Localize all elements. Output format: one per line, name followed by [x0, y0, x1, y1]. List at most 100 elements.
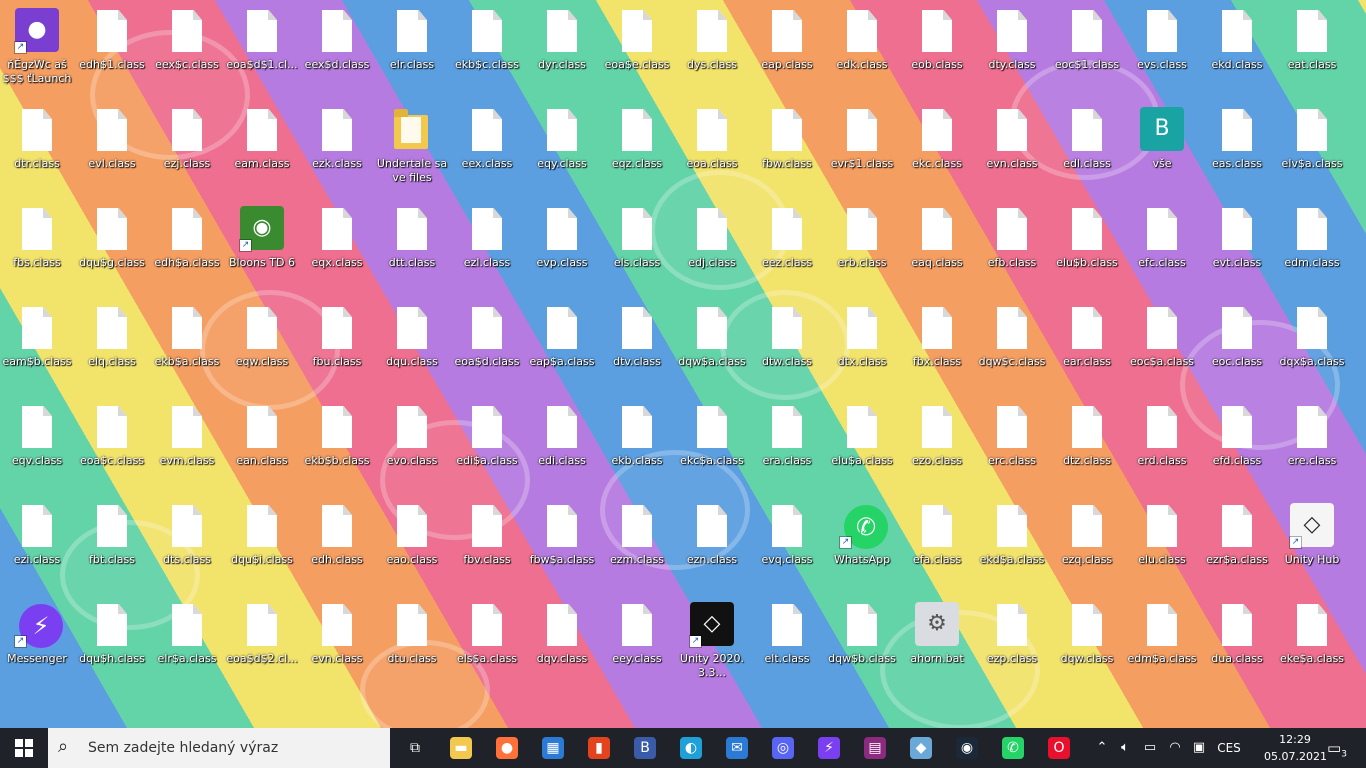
- desktop-icon[interactable]: fbv.class: [450, 499, 524, 591]
- desktop-icon[interactable]: eez.class: [750, 202, 824, 294]
- desktop-icon[interactable]: eas.class: [1200, 103, 1274, 195]
- desktop-icon[interactable]: dts.class: [150, 499, 224, 591]
- desktop-icon[interactable]: fbs.class: [0, 202, 74, 294]
- desktop-icon[interactable]: edi$a.class: [450, 400, 524, 492]
- desktop-icon[interactable]: edj.class: [675, 202, 749, 294]
- desktop-icon[interactable]: ezj.class: [150, 103, 224, 195]
- desktop-icon[interactable]: evl.class: [75, 103, 149, 195]
- desktop-icon[interactable]: elv$a.class: [1275, 103, 1349, 195]
- desktop-icon[interactable]: dqx$a.class: [1275, 301, 1349, 393]
- desktop-icon[interactable]: ezq.class: [1050, 499, 1124, 591]
- desktop-icon[interactable]: eex$d.class: [300, 4, 374, 96]
- taskbar-app-notepad-tool[interactable]: ◆: [898, 728, 944, 768]
- desktop-icon[interactable]: eqy.class: [525, 103, 599, 195]
- taskbar-app-messenger[interactable]: ⚡: [806, 728, 852, 768]
- desktop-icon[interactable]: eex.class: [450, 103, 524, 195]
- desktop-icon[interactable]: efb.class: [975, 202, 1049, 294]
- desktop-icon[interactable]: eoa$d$2.cl...: [225, 598, 299, 690]
- start-button[interactable]: [0, 728, 48, 768]
- desktop-icon[interactable]: fbu.class: [300, 301, 374, 393]
- desktop-icon[interactable]: eoa$c.class: [75, 400, 149, 492]
- desktop-icon[interactable]: evr$1.class: [825, 103, 899, 195]
- input-language-indicator[interactable]: CES: [1212, 728, 1246, 768]
- taskbar-app-office[interactable]: ▮: [576, 728, 622, 768]
- desktop-icon[interactable]: elu$b.class: [1050, 202, 1124, 294]
- desktop-icon[interactable]: ekd$a.class: [975, 499, 1049, 591]
- desktop-icon[interactable]: ekb$c.class: [450, 4, 524, 96]
- taskbar-app-file-explorer[interactable]: ▬: [438, 728, 484, 768]
- taskbar-app-opera[interactable]: O: [1036, 728, 1082, 768]
- desktop-icon[interactable]: dyr.class: [525, 4, 599, 96]
- desktop-icon[interactable]: eoa.class: [675, 103, 749, 195]
- desktop-icon[interactable]: eao.class: [375, 499, 449, 591]
- desktop-icon[interactable]: edh$a.class: [150, 202, 224, 294]
- desktop-icon[interactable]: ✆ ↗ WhatsApp: [825, 499, 899, 591]
- desktop-icon[interactable]: edh.class: [300, 499, 374, 591]
- desktop-icon[interactable]: dtw.class: [750, 301, 824, 393]
- desktop-icon[interactable]: ekb.class: [600, 400, 674, 492]
- camera-icon[interactable]: ▣: [1188, 728, 1210, 768]
- desktop-icon[interactable]: dqu.class: [375, 301, 449, 393]
- desktop-icon[interactable]: ◉ ↗ Bloons TD 6: [225, 202, 299, 294]
- desktop-icon[interactable]: ekb$a.class: [150, 301, 224, 393]
- desktop-icon[interactable]: dqw$b.class: [825, 598, 899, 690]
- desktop-icon[interactable]: dqu$h.class: [75, 598, 149, 690]
- desktop-icon[interactable]: erb.class: [825, 202, 899, 294]
- desktop-icon[interactable]: ekb$b.class: [300, 400, 374, 492]
- desktop-icon[interactable]: eey.class: [600, 598, 674, 690]
- desktop-icon[interactable]: Undertale save files: [375, 103, 449, 195]
- desktop-icon[interactable]: eex$c.class: [150, 4, 224, 96]
- taskbar-app-firefox[interactable]: ●: [484, 728, 530, 768]
- desktop-icon[interactable]: ◇ ↗ Unity 2020.3.3...: [675, 598, 749, 690]
- desktop-icon[interactable]: dqv.class: [525, 598, 599, 690]
- desktop-icon[interactable]: fbw.class: [750, 103, 824, 195]
- desktop-icon[interactable]: edm.class: [1275, 202, 1349, 294]
- desktop-icon[interactable]: eqw.class: [225, 301, 299, 393]
- desktop-icon[interactable]: evp.class: [525, 202, 599, 294]
- taskbar-search-box[interactable]: ⌕ Sem zadejte hledaný výraz: [48, 728, 390, 768]
- desktop-icon[interactable]: evt.class: [1200, 202, 1274, 294]
- desktop-icon[interactable]: eaq.class: [900, 202, 974, 294]
- desktop-icon[interactable]: eqv.class: [0, 400, 74, 492]
- volume-icon[interactable]: 🔈︎: [1114, 728, 1136, 768]
- desktop-icon[interactable]: edi.class: [525, 400, 599, 492]
- desktop-icon[interactable]: dtv.class: [600, 301, 674, 393]
- desktop-icon[interactable]: evm.class: [150, 400, 224, 492]
- desktop-icon[interactable]: ezm.class: [600, 499, 674, 591]
- desktop-icon[interactable]: ◇ ↗ Unity Hub: [1275, 499, 1349, 591]
- desktop-icon[interactable]: dtx.class: [825, 301, 899, 393]
- desktop-icon[interactable]: dua.class: [1200, 598, 1274, 690]
- desktop-icon[interactable]: ezk.class: [300, 103, 374, 195]
- desktop-icon[interactable]: dqw$c.class: [975, 301, 1049, 393]
- desktop-icon[interactable]: ere.class: [1275, 400, 1349, 492]
- desktop-icon[interactable]: evn.class: [300, 598, 374, 690]
- desktop-icon[interactable]: dqw$a.class: [675, 301, 749, 393]
- wifi-icon[interactable]: ◠: [1164, 728, 1186, 768]
- desktop-icon[interactable]: eam.class: [225, 103, 299, 195]
- desktop-icon[interactable]: Bvše: [1125, 103, 1199, 195]
- desktop-icon[interactable]: dqu$g.class: [75, 202, 149, 294]
- desktop-icon[interactable]: eoc.class: [1200, 301, 1274, 393]
- desktop-icon[interactable]: eoa$d.class: [450, 301, 524, 393]
- taskbar-app-steam[interactable]: ◉: [944, 728, 990, 768]
- desktop-icon[interactable]: evo.class: [375, 400, 449, 492]
- desktop-icon[interactable]: ezr$a.class: [1200, 499, 1274, 591]
- desktop-icon[interactable]: ezl.class: [450, 202, 524, 294]
- desktop-icon[interactable]: ⚡ ↗ Messenger: [0, 598, 74, 690]
- desktop-icon[interactable]: ekc$a.class: [675, 400, 749, 492]
- taskbar-app-microsoft-store[interactable]: ▦: [530, 728, 576, 768]
- desktop-icon[interactable]: elu.class: [1125, 499, 1199, 591]
- desktop-icon[interactable]: eam$b.class: [0, 301, 74, 393]
- desktop-icon[interactable]: ear.class: [1050, 301, 1124, 393]
- desktop-icon[interactable]: ezp.class: [975, 598, 1049, 690]
- desktop-icon[interactable]: dtt.class: [375, 202, 449, 294]
- notification-center-button[interactable]: ▭3: [1322, 728, 1352, 768]
- desktop-icon[interactable]: eoa$d$1.cl...: [225, 4, 299, 96]
- desktop-icon[interactable]: eap.class: [750, 4, 824, 96]
- desktop-icon[interactable]: eat.class: [1275, 4, 1349, 96]
- desktop-icon[interactable]: evq.class: [750, 499, 824, 591]
- desktop-icon[interactable]: fbw$a.class: [525, 499, 599, 591]
- desktop-icon[interactable]: eoc$a.class: [1125, 301, 1199, 393]
- taskbar-clock[interactable]: 12:29 05.07.2021: [1264, 731, 1327, 765]
- desktop-icon[interactable]: era.class: [750, 400, 824, 492]
